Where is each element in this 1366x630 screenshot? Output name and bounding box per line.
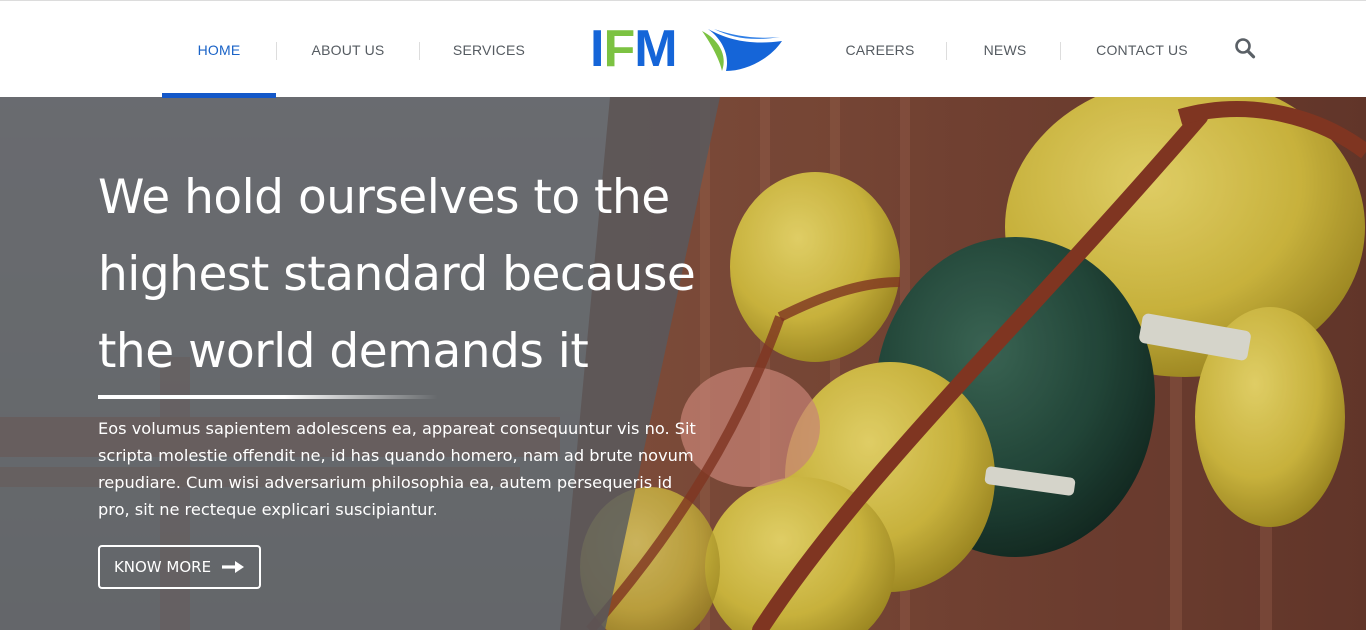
nav-home[interactable]: HOME: [162, 1, 276, 98]
site-header: HOME ABOUT US SERVICES IFM CAREERS NEWS …: [0, 0, 1366, 98]
nav-careers[interactable]: CAREERS: [832, 1, 928, 98]
headline-divider: [98, 395, 438, 399]
nav-contact-us[interactable]: CONTACT US: [1082, 1, 1202, 98]
logo-wordmark: IFM: [590, 20, 678, 78]
logo-swoosh-icon: [702, 29, 782, 71]
nav-divider: [946, 42, 947, 60]
nav-services[interactable]: SERVICES: [440, 1, 538, 98]
hero-description: Eos volumus sapientem adolescens ea, app…: [98, 419, 696, 519]
arrow-right-icon: [222, 561, 245, 573]
nav-divider: [1060, 42, 1061, 60]
hero-banner: We hold ourselves to the highest standar…: [0, 97, 1366, 630]
hero-headline: We hold ourselves to the highest standar…: [98, 170, 696, 379]
nav-news[interactable]: NEWS: [966, 1, 1044, 98]
nav-divider: [419, 42, 420, 60]
nav-about-us[interactable]: ABOUT US: [296, 1, 400, 98]
know-more-label: KNOW MORE: [113, 558, 212, 576]
ifm-logo[interactable]: IFM: [590, 23, 786, 75]
know-more-button[interactable]: KNOW MORE: [98, 545, 261, 589]
nav-divider: [276, 42, 277, 60]
search-icon[interactable]: [1233, 37, 1257, 61]
